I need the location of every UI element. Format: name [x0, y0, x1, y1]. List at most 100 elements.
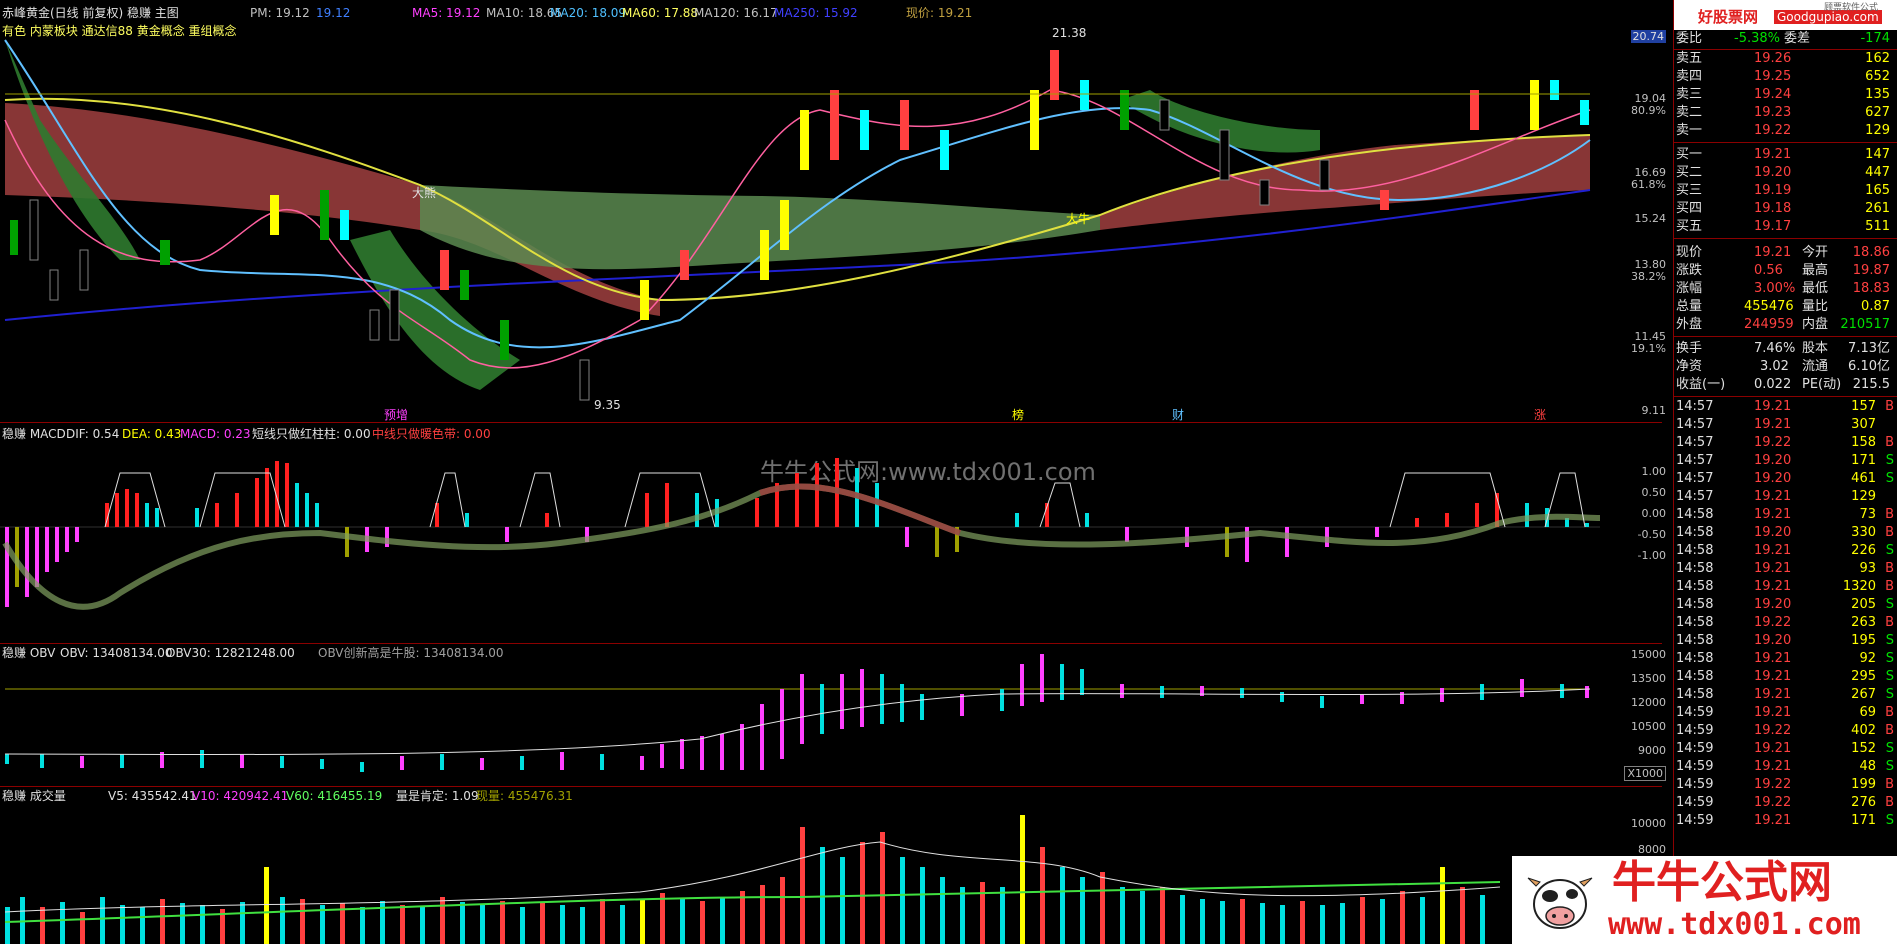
sell-label: 卖四 — [1676, 69, 1703, 84]
stat-row: 总量 455476 量比 0.87 — [1674, 298, 1897, 316]
weibi-value: -5.38% — [1734, 31, 1780, 46]
stat-value: 18.86 — [1852, 245, 1890, 260]
tick-volume: 129 — [1851, 489, 1876, 504]
stat-value: 244959 — [1744, 317, 1794, 332]
tick-volume: 205 — [1851, 597, 1876, 612]
tick-row: 14:58 19.21 295 S — [1674, 668, 1897, 686]
tick-time: 14:59 — [1676, 705, 1714, 720]
axis-label: 19.1% — [1631, 342, 1666, 355]
sell-price: 19.25 — [1754, 69, 1792, 84]
axis-label: 13500 — [1631, 672, 1666, 685]
obv-panel[interactable]: 稳赚 OBV OBV: 13408134.00 OBV30: 12821248.… — [0, 644, 1666, 786]
sell-price: 19.22 — [1754, 123, 1792, 138]
stat-label: 换手 — [1676, 341, 1703, 356]
event-label-yuzeng: 预增 — [384, 408, 409, 422]
stat-row: 现价 19.21 今开 18.86 — [1674, 244, 1897, 262]
stat-value: 210517 — [1840, 317, 1890, 332]
event-label-zhang: 涨 — [1534, 408, 1547, 422]
tick-direction: B — [1885, 435, 1894, 450]
tick-volume: 295 — [1851, 669, 1876, 684]
divider — [1674, 142, 1897, 143]
tick-time: 14:58 — [1676, 597, 1714, 612]
sell-row-5: 卖五 19.26 162 — [1674, 50, 1897, 68]
tick-time: 14:58 — [1676, 669, 1714, 684]
tick-direction: B — [1885, 777, 1894, 792]
brand-banner: 好股票网 Goodgupiao.com 顾票软件公式 — [1674, 0, 1897, 30]
sell-row-2: 卖二 19.23 627 — [1674, 104, 1897, 122]
tick-volume: 402 — [1851, 723, 1876, 738]
sell-price: 19.26 — [1754, 51, 1792, 66]
tick-price: 19.21 — [1754, 651, 1792, 666]
obv30-line — [4, 688, 1591, 756]
axis-label: 15.24 — [1634, 212, 1667, 225]
tick-volume: 92 — [1859, 651, 1876, 666]
stat-value: 3.02 — [1760, 359, 1789, 374]
tick-row: 14:58 19.21 226 S — [1674, 542, 1897, 560]
tick-price: 19.20 — [1754, 471, 1792, 486]
buy-vol: 447 — [1865, 165, 1890, 180]
tick-direction: B — [1885, 525, 1894, 540]
tick-price: 19.22 — [1754, 435, 1792, 450]
tick-direction: S — [1885, 543, 1894, 558]
tick-row: 14:57 19.21 307 — [1674, 416, 1897, 434]
tick-price: 19.21 — [1754, 687, 1792, 702]
main-chart-panel[interactable]: 赤峰黄金(日线 前复权) 稳赚 主图 PM: 19.12 19.12 MA5: … — [0, 0, 1666, 422]
tick-volume: 267 — [1851, 687, 1876, 702]
tick-row: 14:59 19.22 199 B — [1674, 776, 1897, 794]
tick-volume: 93 — [1859, 561, 1876, 576]
macd-panel[interactable]: 稳赚 MACD DIF: 0.54 DEA: 0.43 MACD: 0.23 短… — [0, 423, 1666, 643]
tick-direction: B — [1885, 705, 1894, 720]
tick-time: 14:59 — [1676, 813, 1714, 828]
buy-price: 19.20 — [1754, 165, 1792, 180]
main-price-chart — [4, 39, 1591, 401]
tick-time: 14:59 — [1676, 723, 1714, 738]
stat2-row: 换手 7.46% 股本 7.13亿 — [1674, 340, 1897, 358]
tick-price: 19.21 — [1754, 579, 1792, 594]
sell-price: 19.24 — [1754, 87, 1792, 102]
stat-label: PE(动) — [1802, 377, 1842, 392]
stat-label: 现价 — [1676, 245, 1703, 260]
stat-row: 涨跌 0.56 最高 19.87 — [1674, 262, 1897, 280]
tick-row: 14:58 19.20 195 S — [1674, 632, 1897, 650]
stat2-row: 收益(一) 0.022 PE(动) 215.5 — [1674, 376, 1897, 394]
divider — [1674, 238, 1897, 239]
tick-time: 14:59 — [1676, 795, 1714, 810]
tick-row: 14:57 19.21 157 B — [1674, 398, 1897, 416]
volume-panel[interactable]: 稳赚 成交量 V5: 435542.41 V10: 420942.41 V60:… — [0, 787, 1666, 944]
tick-list[interactable]: 14:57 19.21 157 B 14:57 19.21 307 14:57 19.22 158… — [1674, 398, 1897, 850]
buy-row-2: 买二 19.20 447 — [1674, 164, 1897, 182]
tick-price: 19.21 — [1754, 669, 1792, 684]
axis-label: 15000 — [1631, 648, 1666, 661]
axis-label: 8000 — [1638, 843, 1666, 856]
tick-volume: 171 — [1851, 453, 1876, 468]
stat-value: 18.83 — [1852, 281, 1890, 296]
tick-direction: S — [1885, 759, 1894, 774]
axis-unit: X1000 — [1624, 766, 1666, 781]
sell-price: 19.23 — [1754, 105, 1792, 120]
tick-price: 19.20 — [1754, 633, 1792, 648]
stat-label: 总量 — [1676, 299, 1703, 314]
tick-row: 14:59 19.21 152 S — [1674, 740, 1897, 758]
stat-label: 最低 — [1802, 281, 1829, 296]
tick-row: 14:57 19.22 158 B — [1674, 434, 1897, 452]
tick-volume: 307 — [1851, 417, 1876, 432]
tick-time: 14:58 — [1676, 543, 1714, 558]
sell-vol: 627 — [1865, 105, 1890, 120]
axis-label: 9000 — [1638, 744, 1666, 757]
weibi-row: 委比 -5.38% 委差 -174 — [1674, 30, 1897, 48]
axis-label: 10500 — [1631, 720, 1666, 733]
stat-value: 455476 — [1744, 299, 1794, 314]
stat2-row: 净资 3.02 流通 6.10亿 — [1674, 358, 1897, 376]
axis-label: -0.50 — [1637, 528, 1666, 541]
tick-price: 19.22 — [1754, 615, 1792, 630]
buy-price: 19.18 — [1754, 201, 1792, 216]
axis-label: 12000 — [1631, 696, 1666, 709]
buy-vol: 147 — [1865, 147, 1890, 162]
tick-price: 19.20 — [1754, 453, 1792, 468]
buy-vol: 261 — [1865, 201, 1890, 216]
axis-label: 38.2% — [1631, 270, 1666, 283]
weicha-label: 委差 — [1784, 31, 1811, 46]
stat-label: 涨幅 — [1676, 281, 1703, 296]
sell-row-1: 卖一 19.22 129 — [1674, 122, 1897, 140]
tick-direction: S — [1885, 633, 1894, 648]
